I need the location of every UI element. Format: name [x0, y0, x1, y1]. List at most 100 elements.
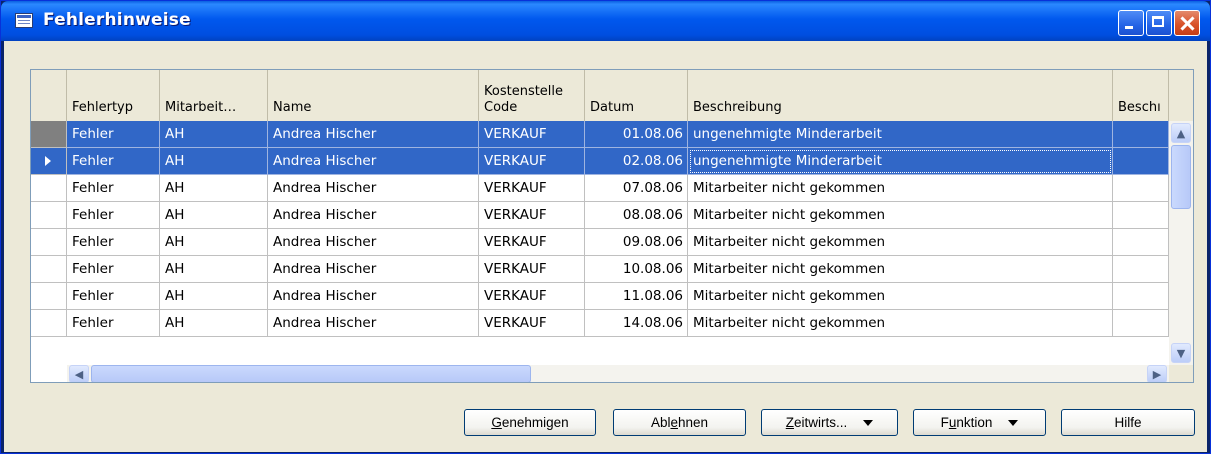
cell-datum[interactable]: 07.08.06: [585, 175, 688, 202]
cell-mitarbeiter[interactable]: AH: [160, 148, 268, 175]
table-row[interactable]: Fehler AH Andrea Hischer VERKAUF 14.08.06 Mit…: [31, 310, 1193, 337]
cell-kostenstelle[interactable]: VERKAUF: [479, 256, 585, 283]
cell-fehlertyp[interactable]: Fehler: [67, 256, 160, 283]
cell-fehlertyp[interactable]: Fehler: [67, 229, 160, 256]
cell-beschr2[interactable]: [1113, 229, 1169, 256]
cell-mitarbeiter[interactable]: AH: [160, 175, 268, 202]
table-row[interactable]: Fehler AH Andrea Hischer VERKAUF 02.08.06 ung…: [31, 148, 1193, 175]
column-header-datum[interactable]: Datum: [585, 70, 688, 121]
cell-kostenstelle[interactable]: VERKAUF: [479, 202, 585, 229]
cell-mitarbeiter[interactable]: AH: [160, 202, 268, 229]
hilfe-button[interactable]: Hilfe: [1061, 409, 1195, 436]
row-selector[interactable]: [31, 310, 67, 337]
genehmigen-button[interactable]: Genehmigen: [464, 409, 596, 436]
cell-beschreibung[interactable]: Mitarbeiter nicht gekommen: [688, 202, 1113, 229]
cell-name[interactable]: Andrea Hischer: [268, 283, 479, 310]
scroll-down-button[interactable]: ▼: [1171, 343, 1191, 363]
table-row[interactable]: Fehler AH Andrea Hischer VERKAUF 11.08.06 Mit…: [31, 283, 1193, 310]
close-button[interactable]: [1174, 10, 1200, 36]
ablehnen-button[interactable]: Abl e hnen: [613, 409, 746, 436]
cell-kostenstelle[interactable]: VERKAUF: [479, 121, 585, 148]
cell-datum[interactable]: 08.08.06: [585, 202, 688, 229]
cell-name[interactable]: Andrea Hischer: [268, 202, 479, 229]
cell-beschr2[interactable]: [1113, 310, 1169, 337]
cell-name[interactable]: Andrea Hischer: [268, 256, 479, 283]
cell-beschreibung[interactable]: Mitarbeiter nicht gekommen: [688, 256, 1113, 283]
cell-beschr2[interactable]: [1113, 148, 1169, 175]
column-header-beschr2[interactable]: Beschı: [1113, 70, 1169, 121]
table-row[interactable]: Fehler AH Andrea Hischer VERKAUF 07.08.06 Mit…: [31, 175, 1193, 202]
table-row[interactable]: Fehler AH Andrea Hischer VERKAUF 10.08.06 Mit…: [31, 256, 1193, 283]
funktion-menu-button[interactable]: Fu nktion: [913, 409, 1046, 436]
cell-beschreibung[interactable]: ungenehmigte Minderarbeit: [688, 148, 1113, 175]
cell-name[interactable]: Andrea Hischer: [268, 121, 479, 148]
column-header-kostenstelle[interactable]: Kostenstelle Code: [479, 70, 585, 121]
column-header-name[interactable]: Name: [268, 70, 479, 121]
row-selector-current[interactable]: [31, 148, 67, 175]
cell-beschreibung[interactable]: Mitarbeiter nicht gekommen: [688, 229, 1113, 256]
table-row[interactable]: Fehler AH Andrea Hischer VERKAUF 08.08.06 Mit…: [31, 202, 1193, 229]
cell-datum[interactable]: 11.08.06: [585, 283, 688, 310]
cell-kostenstelle[interactable]: VERKAUF: [479, 310, 585, 337]
cell-beschr2[interactable]: [1113, 121, 1169, 148]
cell-fehlertyp[interactable]: Fehler: [67, 148, 160, 175]
cell-beschreibung[interactable]: Mitarbeiter nicht gekommen: [688, 283, 1113, 310]
column-header-fehlertyp[interactable]: Fehlertyp: [67, 70, 160, 121]
cell-mitarbeiter[interactable]: AH: [160, 121, 268, 148]
cell-kostenstelle[interactable]: VERKAUF: [479, 148, 585, 175]
horizontal-scroll-thumb[interactable]: [91, 365, 531, 382]
row-selector[interactable]: [31, 175, 67, 202]
vertical-scrollbar[interactable]: ▲ ▼: [1169, 121, 1193, 365]
cell-beschreibung[interactable]: ungenehmigte Minderarbeit: [688, 121, 1113, 148]
column-header-label: [72, 84, 159, 100]
cell-fehlertyp[interactable]: Fehler: [67, 175, 160, 202]
cell-name[interactable]: Andrea Hischer: [268, 310, 479, 337]
cell-name[interactable]: Andrea Hischer: [268, 175, 479, 202]
window: Fehlerhinweise Fehlertyp Mitarbeit… Name…: [0, 0, 1211, 454]
cell-fehlertyp[interactable]: Fehler: [67, 310, 160, 337]
cell-mitarbeiter[interactable]: AH: [160, 283, 268, 310]
cell-mitarbeiter[interactable]: AH: [160, 256, 268, 283]
cell-kostenstelle[interactable]: VERKAUF: [479, 175, 585, 202]
cell-datum[interactable]: 01.08.06: [585, 121, 688, 148]
cell-mitarbeiter[interactable]: AH: [160, 229, 268, 256]
row-selector[interactable]: [31, 121, 67, 148]
table-row[interactable]: Fehler AH Andrea Hischer VERKAUF 09.08.06 Mit…: [31, 229, 1193, 256]
cell-fehlertyp[interactable]: Fehler: [67, 283, 160, 310]
scroll-up-button[interactable]: ▲: [1171, 123, 1191, 143]
cell-beschr2[interactable]: [1113, 256, 1169, 283]
scroll-right-button[interactable]: ▶: [1147, 365, 1167, 382]
cell-fehlertyp[interactable]: Fehler: [67, 202, 160, 229]
column-header-label: [165, 84, 267, 100]
row-selector[interactable]: [31, 256, 67, 283]
zeitwirts-menu-button[interactable]: Zeitwirts...: [761, 409, 898, 436]
row-selector[interactable]: [31, 202, 67, 229]
cell-kostenstelle[interactable]: VERKAUF: [479, 229, 585, 256]
scroll-left-button[interactable]: ◀: [69, 365, 89, 382]
cell-fehlertyp[interactable]: Fehler: [67, 121, 160, 148]
cell-name[interactable]: Andrea Hischer: [268, 148, 479, 175]
column-header-beschreibung[interactable]: Beschreibung: [688, 70, 1113, 121]
cell-datum[interactable]: 14.08.06: [585, 310, 688, 337]
cell-datum[interactable]: 10.08.06: [585, 256, 688, 283]
cell-beschreibung[interactable]: Mitarbeiter nicht gekommen: [688, 175, 1113, 202]
cell-beschreibung[interactable]: Mitarbeiter nicht gekommen: [688, 310, 1113, 337]
cell-beschr2[interactable]: [1113, 283, 1169, 310]
minimize-button[interactable]: [1118, 10, 1144, 36]
row-selector[interactable]: [31, 283, 67, 310]
cell-beschr2[interactable]: [1113, 175, 1169, 202]
column-header-mitarbeiter[interactable]: Mitarbeit…: [160, 70, 268, 121]
cell-datum[interactable]: 09.08.06: [585, 229, 688, 256]
maximize-button[interactable]: [1146, 10, 1172, 36]
cell-kostenstelle[interactable]: VERKAUF: [479, 283, 585, 310]
cell-beschr2[interactable]: [1113, 202, 1169, 229]
table-row[interactable]: Fehler AH Andrea Hischer VERKAUF 01.08.06 ung…: [31, 121, 1193, 148]
column-header-label: Name: [273, 100, 312, 115]
title-bar[interactable]: Fehlerhinweise: [1, 1, 1210, 41]
cell-datum[interactable]: 02.08.06: [585, 148, 688, 175]
cell-name[interactable]: Andrea Hischer: [268, 229, 479, 256]
row-selector[interactable]: [31, 229, 67, 256]
horizontal-scrollbar[interactable]: ◀ ▶: [67, 365, 1169, 382]
vertical-scroll-thumb[interactable]: [1171, 145, 1191, 209]
cell-mitarbeiter[interactable]: AH: [160, 310, 268, 337]
